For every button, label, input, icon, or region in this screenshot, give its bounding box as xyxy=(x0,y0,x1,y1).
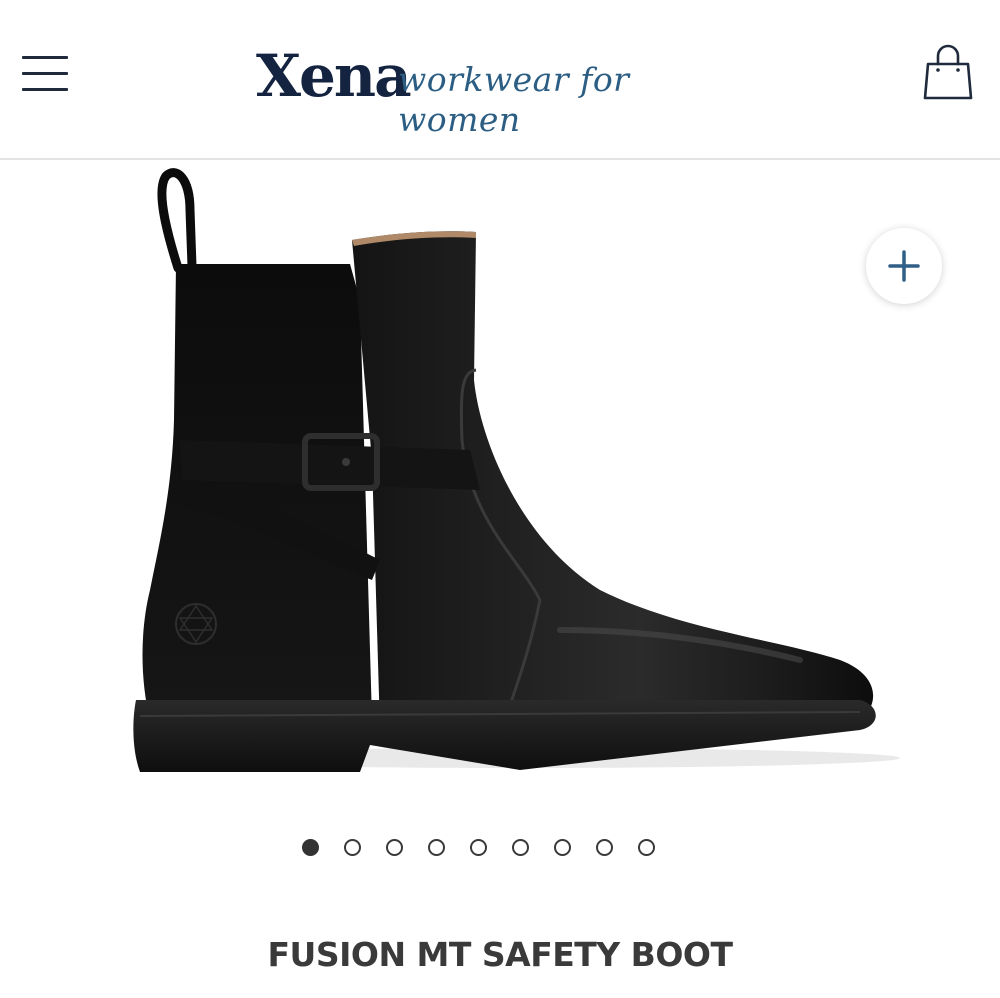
menu-line xyxy=(22,88,68,91)
shopping-bag-button[interactable] xyxy=(920,40,976,102)
brand-tagline: workwear for women xyxy=(398,60,630,139)
product-boot-image xyxy=(133,168,900,772)
hamburger-menu-button[interactable] xyxy=(22,56,68,92)
brand-name: Xena xyxy=(256,42,412,110)
carousel-dot[interactable] xyxy=(512,839,529,856)
zoom-image-button[interactable] xyxy=(866,228,942,304)
product-title: FUSION MT SAFETY BOOT xyxy=(267,935,733,974)
carousel-dot[interactable] xyxy=(638,839,655,856)
carousel-dot[interactable] xyxy=(344,839,361,856)
plus-icon xyxy=(888,250,920,282)
product-image-gallery[interactable] xyxy=(0,160,1000,820)
carousel-dot[interactable] xyxy=(470,839,487,856)
carousel-dot[interactable] xyxy=(428,839,445,856)
carousel-dot[interactable] xyxy=(554,839,571,856)
menu-line xyxy=(22,56,68,59)
site-header: Xena workwear for women xyxy=(0,0,1000,160)
carousel-dot[interactable] xyxy=(302,839,319,856)
carousel-dot[interactable] xyxy=(596,839,613,856)
brand-logo[interactable]: Xena workwear for women xyxy=(256,34,756,139)
shopping-bag-icon xyxy=(923,44,973,100)
carousel-dot[interactable] xyxy=(386,839,403,856)
menu-line xyxy=(22,72,68,75)
carousel-pagination xyxy=(302,837,655,859)
